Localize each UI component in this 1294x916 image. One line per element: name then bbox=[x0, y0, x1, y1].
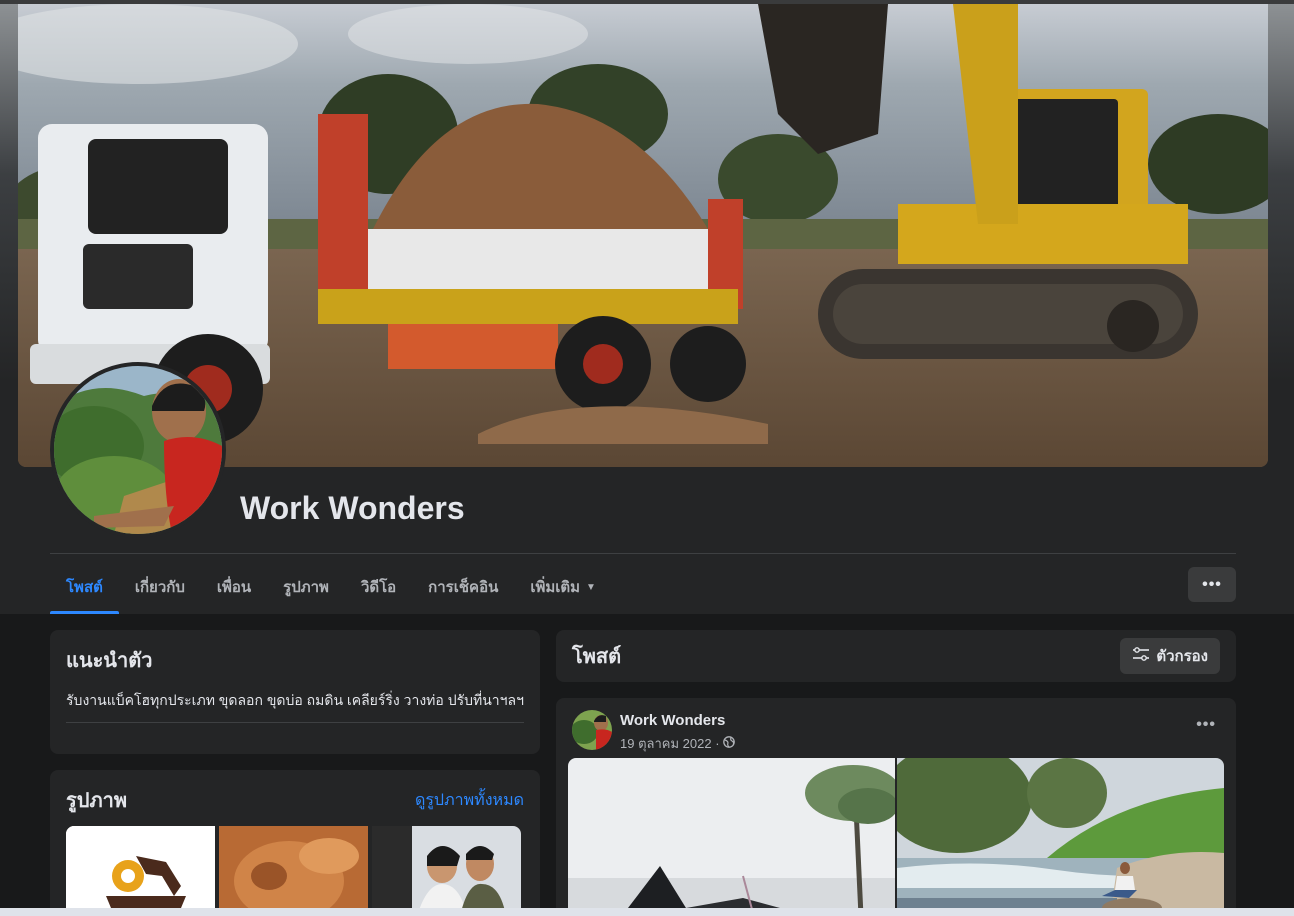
post-meta: 19 ตุลาคม 2022 · bbox=[620, 733, 735, 754]
tab-photos-label: รูปภาพ bbox=[283, 579, 329, 596]
profile-more-button[interactable]: ••• bbox=[1188, 567, 1236, 602]
posts-header-card: โพสต์ ตัวกรอง bbox=[556, 630, 1236, 682]
post-author-name[interactable]: Work Wonders bbox=[620, 712, 735, 729]
tab-checkins-label: การเช็คอิน bbox=[428, 579, 499, 596]
tab-videos[interactable]: วิดีโอ bbox=[345, 560, 412, 614]
intro-title: แนะนำตัว bbox=[66, 650, 153, 672]
photos-title: รูปภาพ bbox=[66, 790, 128, 812]
post-images bbox=[568, 758, 1224, 916]
photos-header: รูปภาพ ดูรูปภาพทั้งหมด bbox=[66, 784, 524, 816]
photo-thumbnail[interactable] bbox=[66, 826, 215, 916]
post-menu-button[interactable]: ••• bbox=[1196, 716, 1216, 734]
intro-card: แนะนำตัว รับงานแบ็คโฮทุกประเภท ขุดลอก ขุ… bbox=[50, 630, 540, 754]
header-divider bbox=[50, 553, 1236, 554]
photo-grid bbox=[66, 826, 521, 916]
tab-videos-label: วิดีโอ bbox=[360, 579, 397, 596]
profile-name: Work Wonders bbox=[240, 490, 465, 526]
post-image[interactable] bbox=[882, 758, 1224, 916]
posts-title: โพสต์ bbox=[572, 646, 622, 668]
tab-more-label: เพิ่มเติม bbox=[530, 579, 581, 596]
photo-thumbnail[interactable] bbox=[219, 826, 368, 916]
bottom-bar bbox=[0, 908, 1294, 916]
post-date[interactable]: 19 ตุลาคม 2022 · bbox=[620, 733, 720, 754]
post-image[interactable] bbox=[568, 758, 901, 916]
tab-about[interactable]: เกี่ยวกับ bbox=[119, 560, 201, 614]
filter-button[interactable]: ตัวกรอง bbox=[1120, 638, 1220, 674]
tab-photos[interactable]: รูปภาพ bbox=[267, 560, 345, 614]
post-card: Work Wonders 19 ตุลาคม 2022 · ••• bbox=[556, 698, 1236, 916]
globe-icon bbox=[722, 736, 735, 751]
tab-posts[interactable]: โพสต์ bbox=[50, 560, 119, 614]
tab-checkins[interactable]: การเช็คอิน bbox=[412, 560, 514, 614]
profile-tabs: โพสต์ เกี่ยวกับ เพื่อน รูปภาพ วิดีโอ การ… bbox=[50, 560, 612, 614]
caret-down-icon: ▼ bbox=[586, 581, 596, 593]
filter-label: ตัวกรอง bbox=[1156, 648, 1208, 665]
sliders-icon bbox=[1132, 647, 1150, 665]
intro-bio: รับงานแบ็คโฮทุกประเภท ขุดลอก ขุดบ่อ ถมดิ… bbox=[66, 690, 524, 723]
post-author: Work Wonders 19 ตุลาคม 2022 · bbox=[572, 710, 735, 754]
see-all-photos-link[interactable]: ดูรูปภาพทั้งหมด bbox=[415, 788, 524, 813]
tab-more[interactable]: เพิ่มเติม ▼ bbox=[514, 560, 612, 614]
photo-thumbnail[interactable] bbox=[372, 826, 521, 916]
tab-friends[interactable]: เพื่อน bbox=[201, 560, 267, 614]
tab-about-label: เกี่ยวกับ bbox=[134, 579, 185, 596]
profile-avatar[interactable] bbox=[50, 362, 226, 538]
tab-posts-label: โพสต์ bbox=[66, 579, 103, 596]
tab-friends-label: เพื่อน bbox=[216, 579, 252, 596]
post-author-avatar[interactable] bbox=[572, 710, 612, 750]
photos-card: รูปภาพ ดูรูปภาพทั้งหมด bbox=[50, 770, 540, 916]
